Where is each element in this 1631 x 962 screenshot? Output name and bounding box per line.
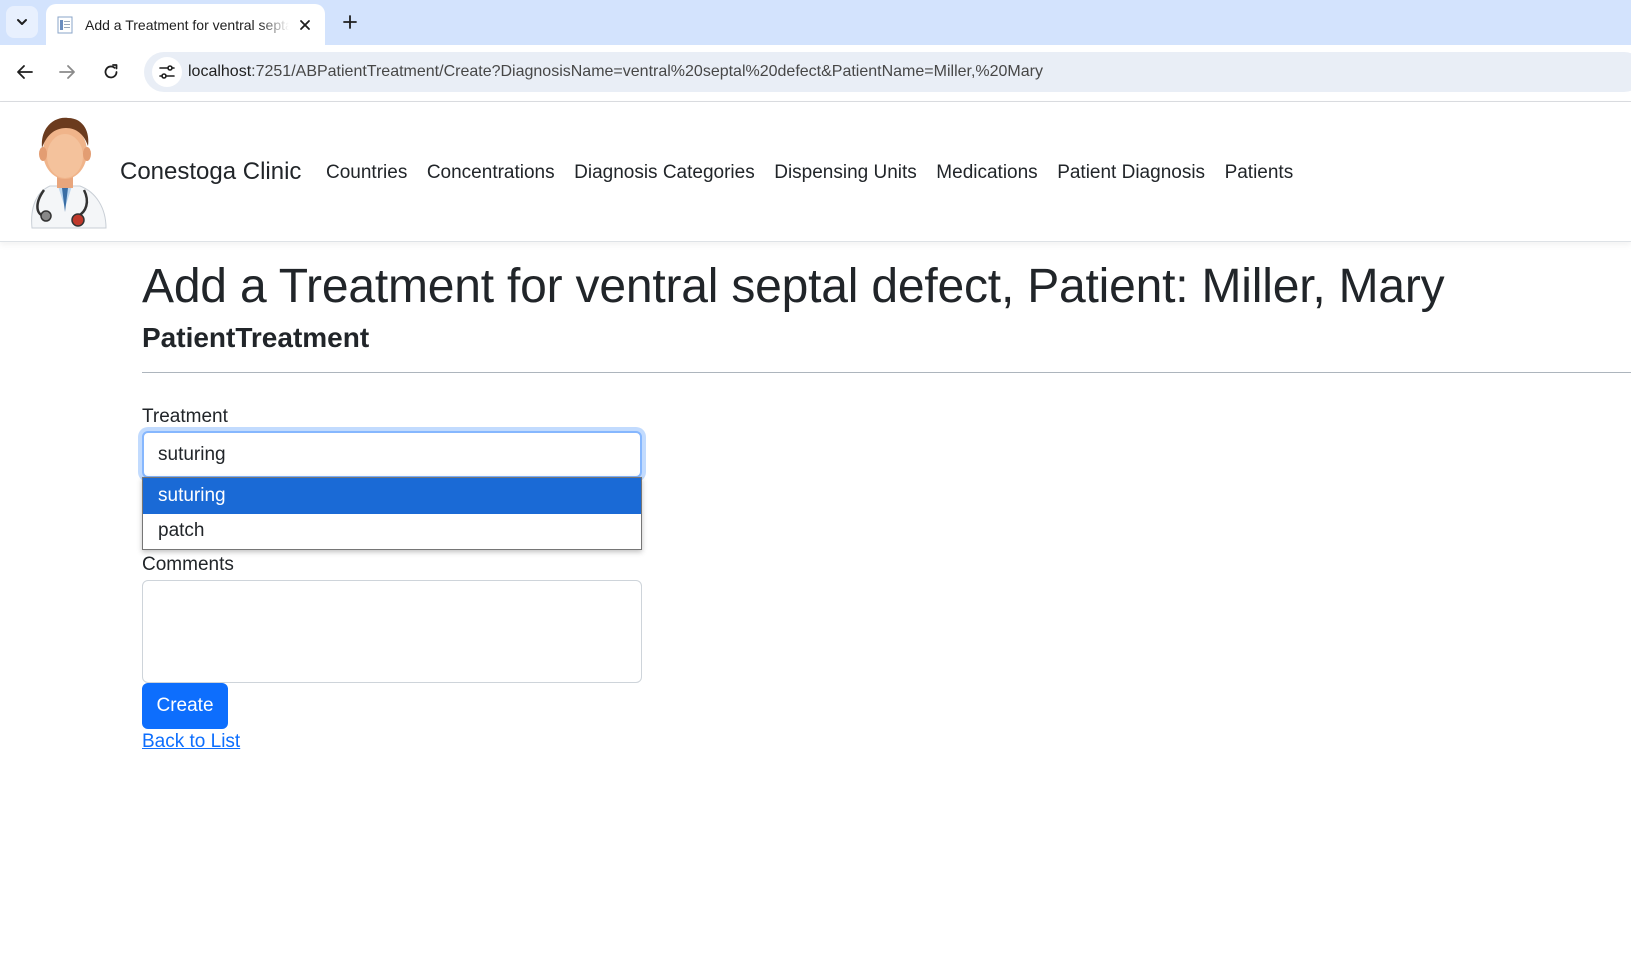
page-subtitle: PatientTreatment: [142, 321, 370, 353]
browser-toolbar: localhost:7251/ABPatientTreatment/Create…: [0, 45, 1631, 102]
document-favicon-icon: [57, 16, 73, 33]
chevron-down-icon: [17, 19, 27, 25]
treatment-option-patch[interactable]: patch: [143, 514, 641, 550]
reload-icon: [104, 64, 118, 79]
nav-link-concentrations[interactable]: Concentrations: [427, 162, 555, 184]
tab-title: Add a Treatment for ventral septal defec…: [85, 16, 289, 33]
page-title: Add a Treatment for ventral septal defec…: [142, 260, 1445, 313]
url-path: :7251/ABPatientTreatment/Create?Diagnosi…: [251, 63, 1043, 80]
treatment-select[interactable]: suturing: [142, 431, 642, 478]
tab-search-button[interactable]: [6, 6, 38, 38]
arrow-left-icon: [17, 65, 33, 79]
browser-tabstrip: Add a Treatment for ventral septal defec…: [0, 0, 1631, 45]
plus-icon: [343, 15, 357, 29]
comments-label: Comments: [142, 554, 234, 575]
main-content: Add a Treatment for ventral septal defec…: [142, 258, 1631, 373]
comments-textarea[interactable]: [142, 580, 642, 683]
brand-name[interactable]: Conestoga Clinic: [120, 158, 301, 186]
site-info-button[interactable]: [152, 57, 182, 87]
create-button[interactable]: Create: [142, 683, 228, 729]
divider: [142, 371, 1631, 373]
browser-tab-active[interactable]: Add a Treatment for ventral septal defec…: [46, 4, 325, 45]
reload-button[interactable]: [95, 56, 127, 88]
nav-link-patients[interactable]: Patients: [1225, 162, 1294, 184]
address-bar[interactable]: localhost:7251/ABPatientTreatment/Create…: [144, 52, 1631, 92]
treatment-option-suturing[interactable]: suturing: [143, 478, 641, 514]
tune-icon: [159, 65, 175, 79]
nav-link-diagnosis-categories[interactable]: Diagnosis Categories: [574, 162, 755, 184]
nav-link-medications[interactable]: Medications: [936, 162, 1037, 184]
treatment-label: Treatment: [142, 406, 228, 427]
doctor-logo-icon[interactable]: [20, 112, 110, 230]
close-icon[interactable]: [295, 15, 315, 35]
treatment-dropdown-list: suturing patch: [142, 477, 642, 550]
forward-button[interactable]: [51, 56, 83, 88]
nav-link-dispensing-units[interactable]: Dispensing Units: [774, 162, 917, 184]
arrow-right-icon: [59, 65, 75, 79]
back-button[interactable]: [9, 56, 41, 88]
new-tab-button[interactable]: [336, 8, 364, 36]
site-navbar: Conestoga Clinic Countries Concentration…: [0, 102, 1631, 242]
nav-link-patient-diagnosis[interactable]: Patient Diagnosis: [1057, 162, 1205, 184]
nav-link-countries[interactable]: Countries: [326, 162, 407, 184]
url-text: localhost:7251/ABPatientTreatment/Create…: [188, 63, 1043, 81]
url-host: localhost: [188, 63, 252, 80]
back-to-list-link[interactable]: Back to List: [142, 731, 240, 753]
main-nav: Countries Concentrations Diagnosis Categ…: [326, 162, 1313, 184]
